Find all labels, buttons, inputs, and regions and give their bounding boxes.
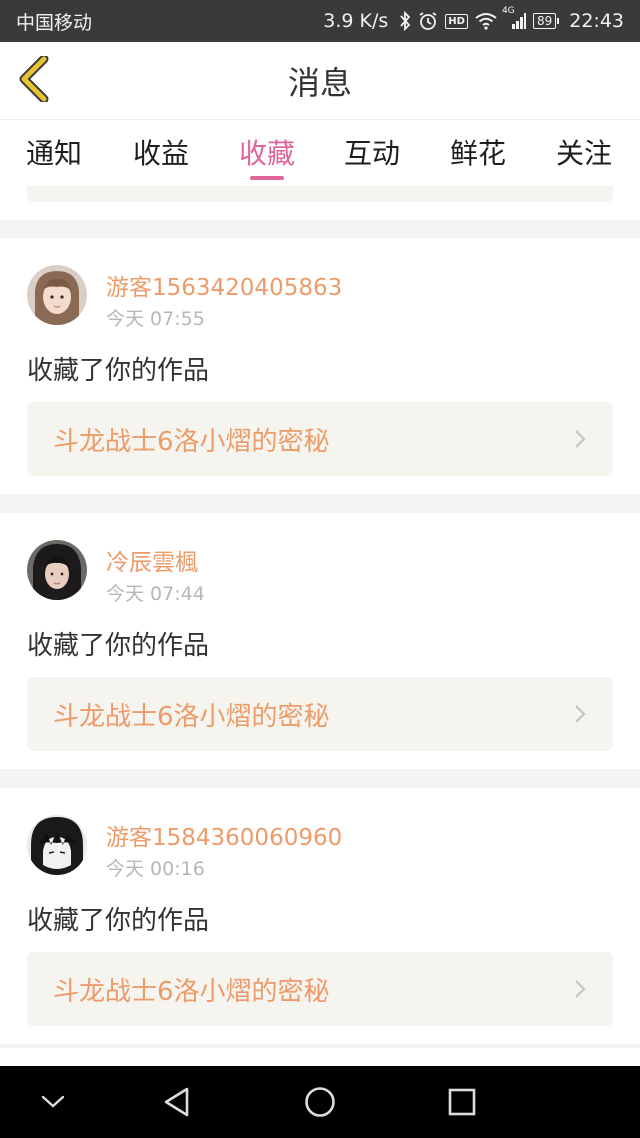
signal-icon: 4G (502, 6, 526, 30)
next-card-top (0, 1048, 640, 1066)
tab-bar: 通知 收益 收藏 互动 鲜花 关注 (0, 120, 640, 186)
tab-earnings[interactable]: 收益 (126, 132, 196, 172)
work-link[interactable]: 斗龙战士6洛小熠的密秘 (27, 402, 613, 476)
username[interactable]: 冷辰雲楓 (106, 543, 198, 577)
avatar[interactable] (27, 540, 87, 600)
bluetooth-icon (399, 11, 411, 31)
chevron-right-icon (573, 428, 587, 450)
status-time: 22:43 (569, 10, 624, 32)
message-action-text: 收藏了你的作品 (27, 631, 210, 661)
message-time: 今天 07:44 (106, 583, 205, 605)
tab-notice[interactable]: 通知 (19, 132, 89, 172)
active-tab-indicator (250, 176, 284, 180)
recents-square-icon[interactable] (442, 1082, 482, 1122)
wifi-icon (475, 12, 497, 30)
avatar[interactable] (27, 265, 87, 325)
page-title: 消息 (287, 63, 352, 102)
work-link[interactable]: 斗龙战士6洛小熠的密秘 (27, 952, 613, 1026)
avatar[interactable] (27, 815, 87, 875)
chevron-right-icon (573, 978, 587, 1000)
network-type-label: 4G (501, 6, 515, 16)
collapse-icon[interactable] (33, 1082, 73, 1122)
tab-interaction[interactable]: 互动 (337, 132, 407, 172)
net-speed: 3.9 K/s (323, 10, 389, 32)
list-item: 游客1584360060960 今天 00:16 收藏了你的作品 斗龙战士6洛小… (0, 788, 640, 1044)
status-bar-right: 3.9 K/s HD 4G 89 22:43 (323, 6, 624, 32)
username[interactable]: 游客1563420405863 (106, 268, 342, 302)
chevron-right-icon (573, 703, 587, 725)
work-title: 斗龙战士6洛小熠的密秘 (53, 426, 330, 457)
list-item: 冷辰雲楓 今天 07:44 收藏了你的作品 斗龙战士6洛小熠的密秘 (0, 513, 640, 769)
tab-favorites[interactable]: 收藏 (232, 132, 302, 172)
message-action-text: 收藏了你的作品 (27, 356, 210, 386)
tab-follow[interactable]: 关注 (549, 132, 619, 172)
work-title: 斗龙战士6洛小熠的密秘 (53, 701, 330, 732)
message-time: 今天 00:16 (106, 858, 205, 880)
list-item: 游客1563420405863 今天 07:55 收藏了你的作品 斗龙战士6洛小… (0, 238, 640, 494)
hd-icon: HD (445, 13, 468, 29)
status-bar: 中国移动 3.9 K/s HD 4G 89 22:43 (0, 0, 640, 42)
message-list[interactable]: 游客1563420405863 今天 07:55 收藏了你的作品 斗龙战士6洛小… (0, 186, 640, 1066)
chevron-left-icon (18, 54, 50, 106)
previous-work-link-tail (27, 186, 613, 202)
home-circle-icon[interactable] (300, 1082, 340, 1122)
message-action-text: 收藏了你的作品 (27, 906, 210, 936)
previous-card-tail (0, 186, 640, 220)
back-triangle-icon[interactable] (157, 1082, 197, 1122)
message-time: 今天 07:55 (106, 308, 205, 330)
tab-flowers[interactable]: 鲜花 (443, 132, 513, 172)
username[interactable]: 游客1584360060960 (106, 818, 342, 852)
system-nav-bar (0, 1066, 640, 1138)
alarm-icon (418, 11, 438, 31)
page-header: 消息 (0, 42, 640, 120)
back-button[interactable] (14, 54, 54, 106)
work-title: 斗龙战士6洛小熠的密秘 (53, 976, 330, 1007)
battery-icon: 89 (532, 13, 560, 29)
carrier-label: 中国移动 (16, 11, 93, 34)
work-link[interactable]: 斗龙战士6洛小熠的密秘 (27, 677, 613, 751)
